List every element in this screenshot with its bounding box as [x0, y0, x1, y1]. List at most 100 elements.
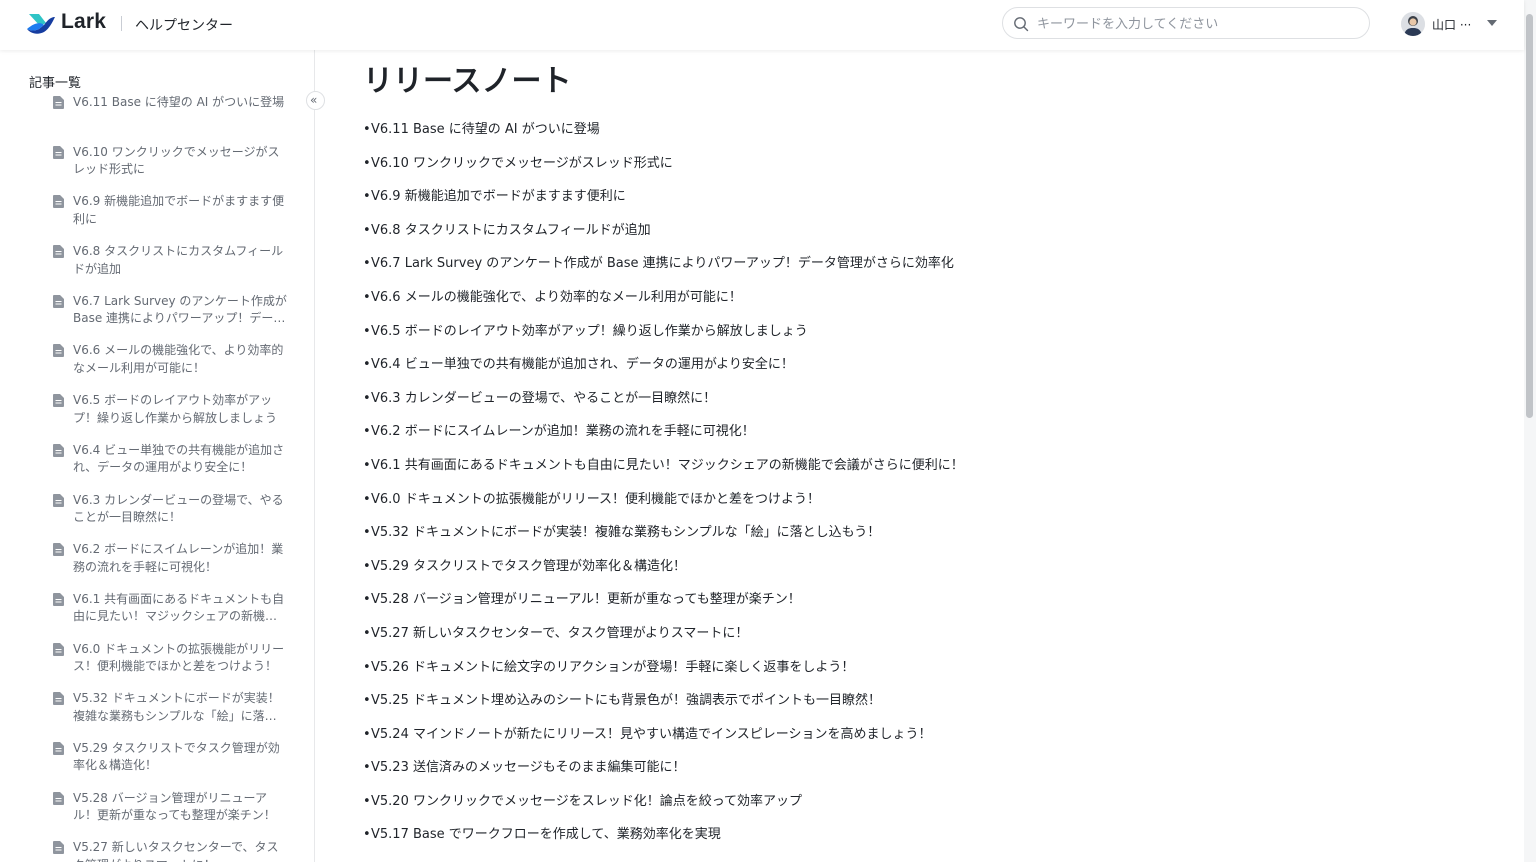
bullet: •	[363, 525, 371, 541]
release-note-item: •V5.29 タスクリストでタスク管理が効率化＆構造化！	[363, 557, 964, 591]
sidebar-article-item[interactable]: V5.32 ドキュメントにボードが実装！複雑な業務もシンプルな「絵」に落とし込も…	[0, 690, 300, 740]
collapse-sidebar-button[interactable]: «	[306, 91, 325, 110]
sidebar-article-label[interactable]: V6.8 タスクリストにカスタムフィールドが追加	[73, 243, 287, 278]
document-icon	[53, 791, 64, 805]
release-note-link[interactable]: V6.9 新機能追加でボードがますます便利に	[371, 189, 626, 204]
sidebar-article-label[interactable]: V6.9 新機能追加でボードがますます便利に	[73, 193, 287, 228]
release-note-item: •V5.17 Base でワークフローを作成して、業務効率化を実現	[363, 825, 964, 859]
sidebar-article-item[interactable]: V6.7 Lark Survey のアンケート作成が Base 連携によりパワー…	[0, 293, 300, 343]
bullet: •	[363, 457, 371, 473]
release-note-item: •V6.6 メールの機能強化で、より効率的なメール利用が可能に！	[363, 288, 964, 322]
release-note-link[interactable]: V5.27 新しいタスクセンターで、タスク管理がよりスマートに！	[371, 626, 748, 641]
release-note-link[interactable]: V5.17 Base でワークフローを作成して、業務効率化を実現	[371, 827, 721, 842]
sidebar-article-label[interactable]: V6.7 Lark Survey のアンケート作成が Base 連携によりパワー…	[73, 293, 287, 328]
search-box[interactable]	[1002, 7, 1370, 39]
release-note-item: •V6.2 ボードにスイムレーンが追加！業務の流れを手軽に可視化！	[363, 422, 964, 456]
bullet: •	[363, 491, 371, 507]
scrollbar-thumb[interactable]	[1526, 14, 1533, 418]
release-note-link[interactable]: V5.25 ドキュメント埋め込みのシートにも背景色が！強調表示でポイントも一目瞭…	[371, 693, 881, 708]
sidebar-article-item[interactable]: V6.11 Base に待望の AI がついに登場	[0, 94, 300, 144]
help-center-link[interactable]: ヘルプセンター	[135, 15, 233, 35]
sidebar-article-label[interactable]: V6.6 メールの機能強化で、より効率的なメール利用が可能に！	[73, 342, 287, 377]
bullet: •	[363, 592, 371, 608]
sidebar-article-label[interactable]: V6.1 共有画面にあるドキュメントも自由に見たい！マジックシェアの新機能で会…	[73, 591, 287, 626]
sidebar-article-label[interactable]: V5.27 新しいタスクセンターで、タスク管理がよりスマートに！	[73, 839, 287, 862]
sidebar-article-item[interactable]: V6.6 メールの機能強化で、より効率的なメール利用が可能に！	[0, 342, 300, 392]
release-note-item: •V5.27 新しいタスクセンターで、タスク管理がよりスマートに！	[363, 624, 964, 658]
release-note-link[interactable]: V5.23 送信済みのメッセージもそのまま編集可能に！	[371, 760, 685, 775]
release-note-link[interactable]: V5.26 ドキュメントに絵文字のリアクションが登場！手軽に楽しく返事をしよう！	[371, 660, 854, 675]
release-note-link[interactable]: V5.24 マインドノートが新たにリリース！見やすい構造でインスピレーションを高…	[371, 727, 932, 742]
sidebar-article-label[interactable]: V5.29 タスクリストでタスク管理が効率化＆構造化！	[73, 740, 287, 775]
release-note-link[interactable]: V6.0 ドキュメントの拡張機能がリリース！便利機能でほかと差をつけよう！	[371, 492, 820, 507]
sidebar-article-item[interactable]: V6.5 ボードのレイアウト効率がアップ！繰り返し作業から解放しましょう	[0, 392, 300, 442]
avatar[interactable]	[1401, 12, 1425, 36]
sidebar-article-label[interactable]: V6.11 Base に待望の AI がついに登場	[73, 94, 287, 112]
bullet: •	[363, 323, 371, 339]
release-note-link[interactable]: V6.5 ボードのレイアウト効率がアップ！繰り返し作業から解放しましょう	[371, 324, 808, 339]
user-name[interactable]: 山口 ···	[1432, 16, 1471, 33]
sidebar-article-item[interactable]: V6.9 新機能追加でボードがますます便利に	[0, 193, 300, 243]
release-note-link[interactable]: V6.4 ビュー単独での共有機能が追加され、データの運用がより安全に！	[371, 357, 794, 372]
document-icon	[53, 294, 64, 308]
document-icon	[53, 443, 64, 457]
document-icon	[53, 592, 64, 606]
sidebar-article-item[interactable]: V5.28 バージョン管理がリニューアル！更新が重なっても整理が楽チン！	[0, 790, 300, 840]
bullet: •	[363, 760, 371, 776]
sidebar-article-label[interactable]: V6.10 ワンクリックでメッセージがスレッド形式に	[73, 144, 287, 179]
sidebar-article-item[interactable]: V6.3 カレンダービューの登場で、やることが一目瞭然に！	[0, 492, 300, 542]
release-note-link[interactable]: V5.29 タスクリストでタスク管理が効率化＆構造化！	[371, 559, 686, 574]
sidebar-article-label[interactable]: V6.2 ボードにスイムレーンが追加！業務の流れを手軽に可視化！	[73, 541, 287, 576]
release-note-link[interactable]: V6.8 タスクリストにカスタムフィールドが追加	[371, 223, 651, 238]
search-input[interactable]	[1037, 14, 1357, 34]
document-icon	[53, 741, 64, 755]
release-note-link[interactable]: V5.20 ワンクリックでメッセージをスレッド化！論点を絞って効率アップ	[371, 794, 802, 809]
release-note-item: •V6.8 タスクリストにカスタムフィールドが追加	[363, 221, 964, 255]
document-icon	[53, 394, 64, 408]
bullet: •	[363, 693, 371, 709]
document-icon	[53, 145, 64, 159]
header-divider	[121, 16, 122, 31]
sidebar-article-item[interactable]: V6.2 ボードにスイムレーンが追加！業務の流れを手軽に可視化！	[0, 541, 300, 591]
brand-name[interactable]: Lark	[61, 10, 106, 34]
release-note-link[interactable]: V6.1 共有画面にあるドキュメントも自由に見たい！マジックシェアの新機能で会議…	[371, 458, 964, 473]
sidebar-article-item[interactable]: V6.1 共有画面にあるドキュメントも自由に見たい！マジックシェアの新機能で会…	[0, 591, 300, 641]
release-note-item: •V6.9 新機能追加でボードがますます便利に	[363, 187, 964, 221]
release-note-link[interactable]: V6.10 ワンクリックでメッセージがスレッド形式に	[371, 156, 673, 171]
release-note-link[interactable]: V6.6 メールの機能強化で、より効率的なメール利用が可能に！	[371, 290, 742, 305]
release-note-link[interactable]: V6.7 Lark Survey のアンケート作成が Base 連携によりパワー…	[371, 256, 954, 271]
chevron-down-icon[interactable]	[1487, 20, 1497, 26]
release-note-link[interactable]: V6.2 ボードにスイムレーンが追加！業務の流れを手軽に可視化！	[371, 424, 755, 439]
sidebar-article-item[interactable]: V6.8 タスクリストにカスタムフィールドが追加	[0, 243, 300, 293]
release-note-link[interactable]: V6.3 カレンダービューの登場で、やることが一目瞭然に！	[371, 391, 716, 406]
sidebar-article-item[interactable]: V6.0 ドキュメントの拡張機能がリリース！便利機能でほかと差をつけよう！	[0, 641, 300, 691]
release-note-item: •V6.3 カレンダービューの登場で、やることが一目瞭然に！	[363, 389, 964, 423]
bullet: •	[363, 793, 371, 809]
sidebar-article-item[interactable]: V6.10 ワンクリックでメッセージがスレッド形式に	[0, 144, 300, 194]
sidebar-article-label[interactable]: V5.28 バージョン管理がリニューアル！更新が重なっても整理が楽チン！	[73, 790, 287, 825]
main-content: リリースノート •V6.11 Base に待望の AI がついに登場 •V6.10…	[316, 50, 1524, 862]
bullet: •	[363, 726, 371, 742]
sidebar-article-item[interactable]: V5.27 新しいタスクセンターで、タスク管理がよりスマートに！	[0, 839, 300, 862]
bullet: •	[363, 289, 371, 305]
document-icon	[53, 344, 64, 358]
release-note-item: •V5.32 ドキュメントにボードが実装！複雑な業務もシンプルな「絵」に落とし込…	[363, 523, 964, 557]
user-menu[interactable]: 山口 ···	[1401, 12, 1505, 36]
sidebar-article-item[interactable]: V5.29 タスクリストでタスク管理が効率化＆構造化！	[0, 740, 300, 790]
release-note-link[interactable]: V6.11 Base に待望の AI がついに登場	[371, 122, 600, 137]
release-note-link[interactable]: V5.28 バージョン管理がリニューアル！更新が重なっても整理が楽チン！	[371, 592, 801, 607]
sidebar-article-label[interactable]: V6.5 ボードのレイアウト効率がアップ！繰り返し作業から解放しましょう	[73, 392, 287, 427]
bullet: •	[363, 558, 371, 574]
bullet: •	[363, 222, 371, 238]
release-note-link[interactable]: V5.32 ドキュメントにボードが実装！複雑な業務もシンプルな「絵」に落とし込も…	[371, 525, 880, 540]
lark-logo-icon[interactable]	[26, 11, 56, 35]
release-note-item: •V6.1 共有画面にあるドキュメントも自由に見たい！マジックシェアの新機能で会…	[363, 456, 964, 490]
sidebar-article-item[interactable]: V6.4 ビュー単独での共有機能が追加され、データの運用がより安全に！	[0, 442, 300, 492]
sidebar-article-label[interactable]: V5.32 ドキュメントにボードが実装！複雑な業務もシンプルな「絵」に落とし込も…	[73, 690, 287, 725]
sidebar-article-label[interactable]: V6.3 カレンダービューの登場で、やることが一目瞭然に！	[73, 492, 287, 527]
sidebar-article-label[interactable]: V6.4 ビュー単独での共有機能が追加され、データの運用がより安全に！	[73, 442, 287, 477]
bullet: •	[363, 390, 371, 406]
sidebar-article-label[interactable]: V6.0 ドキュメントの拡張機能がリリース！便利機能でほかと差をつけよう！	[73, 641, 287, 676]
double-chevron-left-icon: «	[310, 93, 318, 107]
user-avatar-icon	[1401, 12, 1425, 36]
